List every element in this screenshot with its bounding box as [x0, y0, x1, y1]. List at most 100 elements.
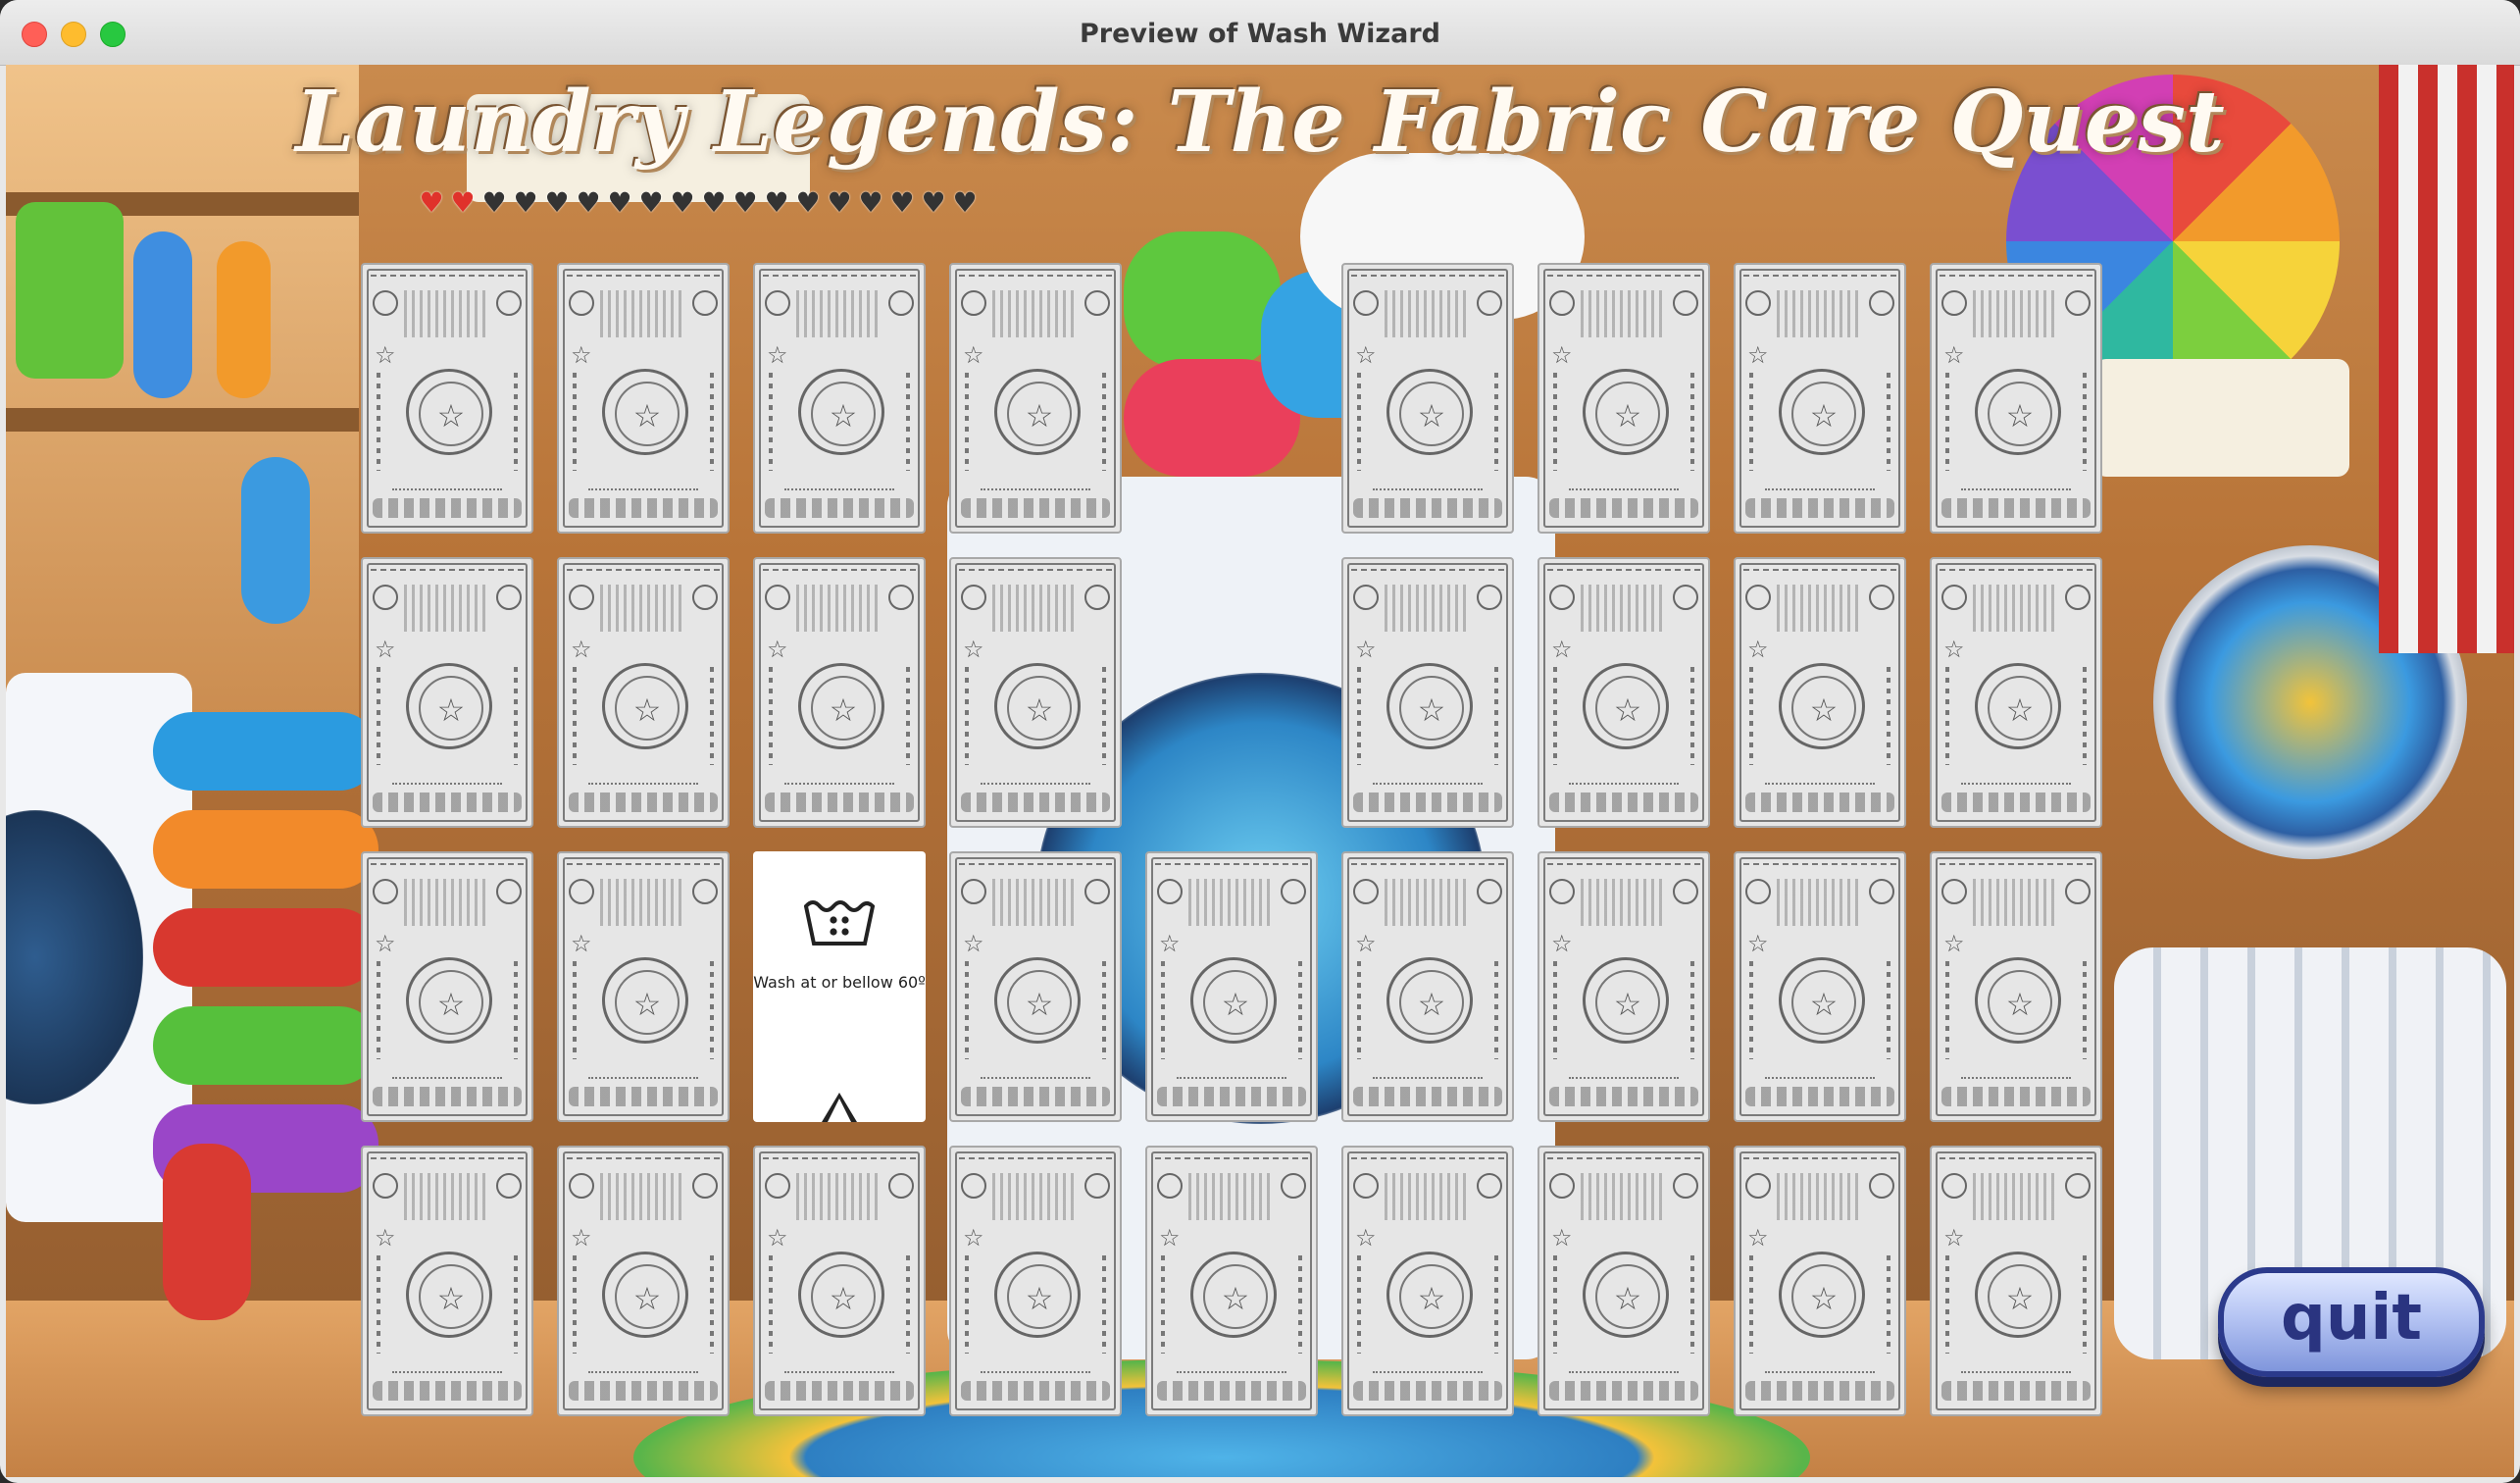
memory-card[interactable]: ☆ ☆ — [1341, 1146, 1514, 1416]
memory-card[interactable]: ☆ ☆ — [361, 263, 533, 534]
card-footer-pattern — [588, 1371, 698, 1377]
memory-card[interactable]: ☆ ☆ — [1145, 851, 1318, 1122]
memory-card[interactable]: ☆ ☆ — [1930, 263, 2102, 534]
washer-drum-inner: ☆ — [1791, 676, 1856, 741]
star-icon: ☆ — [1943, 1224, 1965, 1252]
washer-drum-inner: ☆ — [1791, 382, 1856, 446]
memory-card[interactable]: ☆ ☆ — [1537, 557, 1710, 828]
star-icon: ☆ — [1221, 1280, 1250, 1317]
card-footer-pattern — [765, 1381, 914, 1401]
washer-drum-inner: ☆ — [419, 676, 483, 741]
memory-card[interactable]: ☆ ☆ — [1341, 851, 1514, 1122]
dial-knob-icon — [1084, 879, 1110, 904]
memory-card[interactable]: ☆ ☆ — [361, 851, 533, 1122]
washer-drum-icon: ☆ — [1583, 957, 1669, 1044]
card-footer-pattern — [1549, 1087, 1698, 1106]
card-control-dots — [1777, 879, 1863, 926]
memory-card[interactable]: ☆ ☆ — [753, 263, 926, 534]
panel-dots — [710, 961, 714, 1059]
memory-card[interactable]: ☆ ☆ — [361, 557, 533, 828]
memory-card[interactable]: ☆ ☆ — [1537, 1146, 1710, 1416]
card-control-dots — [1188, 879, 1275, 926]
memory-card[interactable]: ☆ ☆ — [1145, 1146, 1318, 1416]
quit-button[interactable]: quit — [2218, 1267, 2485, 1377]
heart-empty-icon: ♥ — [732, 186, 758, 219]
card-control-dots — [1973, 879, 2059, 926]
heart-empty-icon: ♥ — [544, 186, 570, 219]
dial-knob-icon — [1745, 585, 1771, 610]
washer-drum-inner: ☆ — [1399, 970, 1464, 1035]
memory-card[interactable]: ☆ ☆ — [1734, 851, 1906, 1122]
background-towel-stack — [153, 712, 378, 791]
background-bottle — [241, 457, 310, 624]
dial-knob-icon — [1477, 1173, 1502, 1199]
card-footer-pattern — [784, 1371, 894, 1377]
memory-card[interactable]: ☆ ☆ — [557, 263, 730, 534]
card-footer-pattern — [1961, 1077, 2071, 1083]
card-control-dots — [404, 585, 490, 632]
card-control-dots — [796, 1173, 882, 1220]
panel-dots — [1494, 373, 1498, 471]
memory-card[interactable]: ☆ ☆ — [1734, 557, 1906, 828]
card-footer-pattern — [392, 1077, 502, 1083]
card-footer-pattern — [373, 1381, 522, 1401]
memory-card[interactable]: ☆ ☆ — [1341, 557, 1514, 828]
star-icon: ☆ — [2005, 691, 2035, 729]
panel-dots — [965, 1255, 969, 1354]
game-title: Laundry Legends: The Fabric Care Quest — [295, 73, 2225, 172]
star-icon: ☆ — [1355, 636, 1377, 663]
card-footer-pattern — [1373, 1077, 1483, 1083]
memory-card[interactable]: ☆ ☆ — [557, 851, 730, 1122]
memory-card[interactable]: ☆ ☆ — [1537, 263, 1710, 534]
card-footer-pattern — [1353, 498, 1502, 518]
memory-card[interactable]: ☆ ☆ — [949, 1146, 1122, 1416]
memory-card[interactable]: ☆ ☆ — [1734, 263, 1906, 534]
heart-empty-icon: ♥ — [921, 186, 946, 219]
memory-card[interactable]: ☆ ☆ — [1930, 851, 2102, 1122]
card-footer-pattern — [569, 1381, 718, 1401]
star-icon: ☆ — [632, 397, 662, 435]
dial-knob-icon — [692, 1173, 718, 1199]
memory-card[interactable]: ☆ ☆ — [1341, 263, 1514, 534]
memory-card[interactable]: ☆ ☆ — [753, 1146, 926, 1416]
washer-drum-inner: ☆ — [419, 970, 483, 1035]
washer-drum-icon: ☆ — [1975, 957, 2061, 1044]
memory-card-revealed[interactable]: Wash at or bellow 60º — [753, 851, 926, 1122]
panel-dots — [514, 373, 518, 471]
washer-drum-inner: ☆ — [1988, 382, 2052, 446]
memory-card[interactable]: ☆ ☆ — [557, 557, 730, 828]
washer-drum-icon: ☆ — [1386, 663, 1473, 749]
panel-dots — [1690, 373, 1694, 471]
memory-card[interactable]: ☆ ☆ — [949, 851, 1122, 1122]
panel-dots — [377, 1255, 380, 1354]
memory-card[interactable]: ☆ ☆ — [753, 557, 926, 828]
card-footer-pattern — [1765, 1371, 1875, 1377]
panel-dots — [1494, 1255, 1498, 1354]
star-icon: ☆ — [1159, 930, 1181, 957]
dial-knob-icon — [1281, 879, 1306, 904]
washer-drum-icon: ☆ — [1583, 663, 1669, 749]
star-icon: ☆ — [1159, 1224, 1181, 1252]
memory-card[interactable]: ☆ ☆ — [949, 263, 1122, 534]
card-footer-pattern — [961, 1381, 1110, 1401]
star-icon: ☆ — [1417, 1280, 1446, 1317]
star-icon: ☆ — [571, 341, 592, 369]
memory-card[interactable]: ☆ ☆ — [949, 557, 1122, 828]
memory-card[interactable]: ☆ ☆ — [1537, 851, 1710, 1122]
dial-knob-icon — [1477, 879, 1502, 904]
washer-drum-inner: ☆ — [1791, 970, 1856, 1035]
star-icon: ☆ — [963, 341, 984, 369]
memory-card[interactable]: ☆ ☆ — [1930, 1146, 2102, 1416]
memory-card[interactable]: ☆ ☆ — [361, 1146, 533, 1416]
star-icon: ☆ — [1551, 1224, 1573, 1252]
panel-dots — [769, 667, 773, 765]
washer-drum-icon: ☆ — [1779, 663, 1865, 749]
panel-dots — [1357, 373, 1361, 471]
heart-empty-icon: ♥ — [952, 186, 978, 219]
washer-drum-inner: ☆ — [1399, 1264, 1464, 1329]
memory-card[interactable]: ☆ ☆ — [1930, 557, 2102, 828]
memory-card[interactable]: ☆ ☆ — [557, 1146, 730, 1416]
star-icon: ☆ — [375, 1224, 396, 1252]
memory-card[interactable]: ☆ ☆ — [1734, 1146, 1906, 1416]
washer-drum-icon: ☆ — [1779, 957, 1865, 1044]
